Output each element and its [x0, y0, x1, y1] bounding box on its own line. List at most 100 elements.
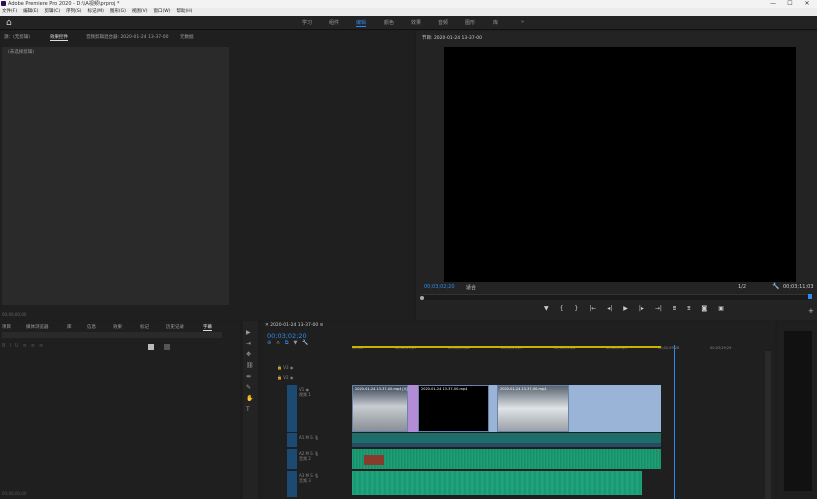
- tab-source[interactable]: 源：(无剪辑): [4, 34, 30, 40]
- workspace-editing[interactable]: 编辑: [356, 19, 367, 27]
- tab-audio-clip-mixer[interactable]: 音频剪辑混合器: 2020-01-24 13-37-00: [86, 34, 168, 40]
- tab-info[interactable]: 信息: [87, 324, 96, 330]
- transition[interactable]: [408, 385, 418, 432]
- tab-history[interactable]: 历史记录: [166, 324, 184, 330]
- workspace-audio[interactable]: 音频: [438, 19, 448, 26]
- go-to-in-icon[interactable]: |←: [589, 305, 596, 315]
- wrench-icon[interactable]: 🔧: [772, 283, 779, 290]
- track-header-a1[interactable]: A1 M S 🎙: [299, 435, 345, 443]
- audio-clip-a3[interactable]: [352, 471, 642, 495]
- audio-clip-a1[interactable]: [352, 433, 661, 443]
- program-scrubber[interactable]: [422, 294, 812, 300]
- video-clip[interactable]: 2020-01-24 13-37-00.mp4: [418, 385, 489, 432]
- home-icon[interactable]: ⌂: [6, 18, 12, 28]
- tab-metadata[interactable]: 元数据: [180, 34, 194, 40]
- mark-in-icon[interactable]: {: [560, 305, 564, 315]
- tab-captions[interactable]: 字幕: [203, 324, 212, 331]
- razor-tool-icon[interactable]: ⛓: [246, 362, 254, 369]
- comparison-view-icon[interactable]: ▣: [718, 305, 724, 315]
- workspace-libraries[interactable]: 库: [493, 19, 498, 26]
- align-center-icon[interactable]: ≡: [31, 343, 35, 351]
- track-header-a3[interactable]: A3 M S 🎙 音频 3: [299, 473, 345, 489]
- tab-effect-controls[interactable]: 效果控件: [50, 34, 68, 41]
- lift-icon[interactable]: ⩩: [673, 305, 676, 315]
- work-area-bar[interactable]: [352, 346, 661, 348]
- menu-edit[interactable]: 编辑(E): [23, 8, 38, 16]
- fit-dropdown[interactable]: 适合: [466, 284, 476, 291]
- type-tool-icon[interactable]: T: [246, 406, 250, 413]
- a1-source-patch[interactable]: [287, 433, 297, 447]
- export-frame-icon[interactable]: ◙: [701, 305, 707, 315]
- menu-clip[interactable]: 剪辑(C): [44, 8, 60, 16]
- workspace-effects[interactable]: 效果: [411, 19, 421, 26]
- workspace-graphics[interactable]: 图形: [465, 19, 475, 26]
- track-header-a2[interactable]: A2 M S 🎙 音频 2: [299, 451, 345, 467]
- workspace-learn[interactable]: 学习: [302, 19, 312, 26]
- ripple-edit-tool-icon[interactable]: ✥: [246, 351, 251, 358]
- timeline-playhead[interactable]: [674, 345, 675, 499]
- v1-source-patch[interactable]: [287, 385, 297, 432]
- play-icon[interactable]: ▶: [623, 305, 628, 315]
- color-swatch[interactable]: [148, 344, 154, 350]
- menu-graphics[interactable]: 图形(G): [110, 8, 126, 16]
- tab-project[interactable]: 项目: [2, 324, 11, 330]
- menu-file[interactable]: 文件(F): [2, 8, 17, 16]
- program-video-frame[interactable]: [444, 47, 796, 282]
- menu-marker[interactable]: 标记(M): [88, 8, 104, 16]
- tab-markers[interactable]: 标记: [140, 324, 149, 330]
- tab-effects[interactable]: 效果: [113, 324, 122, 330]
- timeline-timecode[interactable]: 00;03;02;20: [267, 332, 307, 340]
- menu-help[interactable]: 帮助(H): [176, 8, 192, 16]
- audio-clip-a2[interactable]: [352, 449, 661, 469]
- workspace-assembly[interactable]: 组件: [329, 19, 339, 26]
- workspaces-overflow-button[interactable]: »: [521, 19, 524, 25]
- italic-icon[interactable]: I: [9, 343, 10, 351]
- step-back-icon[interactable]: ◂|: [607, 305, 612, 315]
- minimize-button[interactable]: —: [765, 0, 781, 8]
- linked-selection-icon[interactable]: ⧉: [285, 340, 289, 347]
- track-select-tool-icon[interactable]: ⇥: [246, 340, 251, 347]
- align-right-icon[interactable]: ≡: [39, 343, 43, 351]
- maximize-button[interactable]: ☐: [782, 0, 798, 8]
- mark-out-icon[interactable]: }: [574, 305, 578, 315]
- align-left-icon[interactable]: ≡: [23, 343, 27, 351]
- a2-source-patch[interactable]: [287, 449, 297, 469]
- menu-window[interactable]: 窗口(W): [154, 8, 171, 16]
- track-header-v3[interactable]: 🔒 V3 ◉: [277, 365, 347, 373]
- add-button-icon[interactable]: +: [808, 307, 814, 315]
- caption-search-bar[interactable]: [2, 332, 222, 338]
- program-timecode[interactable]: 00;03;02;20: [424, 284, 455, 290]
- a3-source-patch[interactable]: [287, 471, 297, 497]
- timeline-settings-icon[interactable]: 🔧: [302, 340, 308, 347]
- hand-tool-icon[interactable]: ✋: [246, 395, 253, 402]
- video-clip[interactable]: 2020-01-24 13-37-00.mp4 [V]: [352, 385, 408, 432]
- underline-icon[interactable]: U: [15, 343, 19, 351]
- resolution-dropdown[interactable]: 1/2: [738, 284, 746, 290]
- track-header-v1[interactable]: V1 ◉ 视频 1: [299, 387, 345, 407]
- track-header-v2[interactable]: 🔒 V2 ◉: [277, 375, 347, 383]
- menu-view[interactable]: 视图(V): [132, 8, 148, 16]
- program-playhead[interactable]: [808, 294, 812, 299]
- close-button[interactable]: ✕: [799, 0, 815, 8]
- audio-clip-a2-red[interactable]: [364, 455, 384, 465]
- extract-icon[interactable]: ⩨: [687, 305, 690, 315]
- add-marker-timeline-icon[interactable]: ▼: [293, 340, 297, 347]
- tab-media-browser[interactable]: 媒体浏览器: [26, 324, 49, 330]
- selection-tool-icon[interactable]: ▶: [246, 329, 251, 336]
- tab-libraries[interactable]: 库: [67, 324, 72, 330]
- video-clip[interactable]: 2020-01-24 13-37-00.mp4: [497, 385, 569, 432]
- snap-icon[interactable]: ∩: [276, 340, 280, 347]
- step-forward-icon[interactable]: |▸: [639, 305, 644, 315]
- menu-sequence[interactable]: 序列(S): [66, 8, 81, 16]
- add-marker-icon[interactable]: ▼: [544, 305, 549, 315]
- workspace-color[interactable]: 颜色: [384, 19, 394, 26]
- sequence-tab[interactable]: ✕ 2020-01-24 13-37-00 ≡: [265, 323, 323, 328]
- pen-tool-icon[interactable]: ✎: [246, 384, 251, 391]
- timeline-vertical-scrollbar[interactable]: [765, 351, 771, 499]
- nest-icon[interactable]: ⊕: [267, 340, 271, 347]
- background-swatch[interactable]: [164, 344, 170, 350]
- tracks-area[interactable]: 2020-01-24 13-37-00.mp4 [V] 2020-01-24 1…: [352, 345, 762, 499]
- bold-icon[interactable]: B: [2, 343, 5, 351]
- slip-tool-icon[interactable]: ⇹: [246, 373, 251, 380]
- go-to-out-icon[interactable]: →|: [655, 305, 662, 315]
